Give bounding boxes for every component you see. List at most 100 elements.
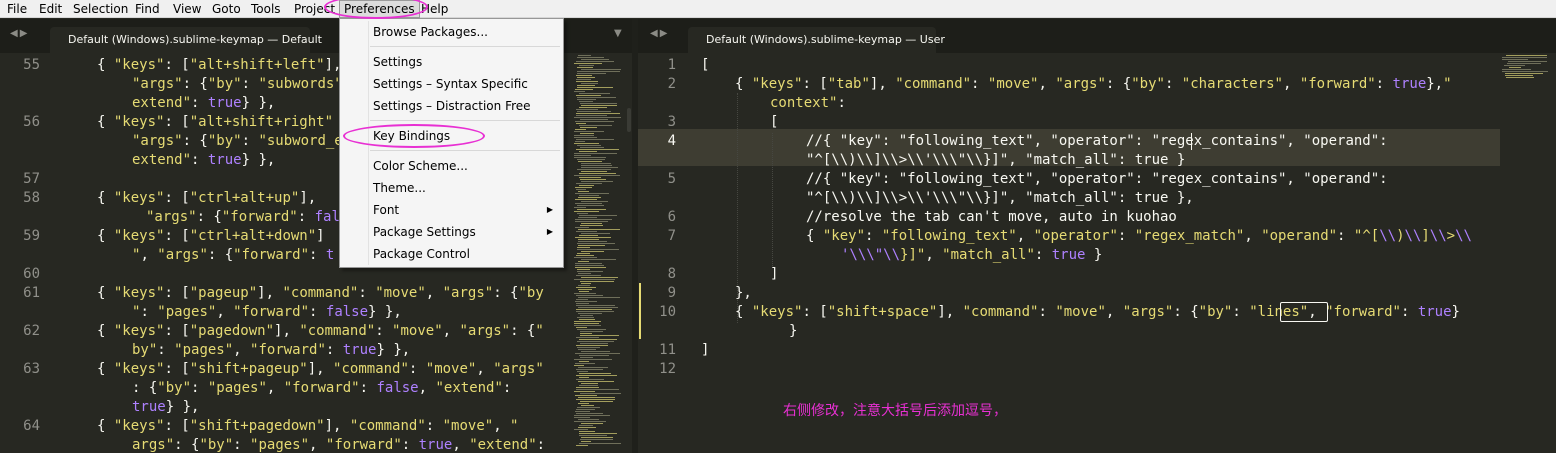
minimap-line <box>579 425 593 426</box>
minimap-line <box>580 179 606 180</box>
minimap-line <box>1502 69 1531 70</box>
right-tab-bar: ◀▶ Default (Windows).sublime-keymap — Us… <box>638 19 1556 53</box>
menu-item-browse-packages[interactable]: Browse Packages... <box>340 22 563 42</box>
tab-nav-arrows-icon[interactable]: ◀▶ <box>650 28 676 42</box>
menu-item-font[interactable]: Font ▶ <box>340 200 563 220</box>
line-number: 9 <box>667 285 676 301</box>
menu-goto[interactable]: Goto <box>212 0 241 18</box>
left-tab[interactable]: Default (Windows).sublime-keymap — Defau… <box>50 27 322 53</box>
minimap-line <box>574 153 617 154</box>
minimap-line <box>576 375 617 376</box>
minimap-line <box>576 113 620 114</box>
minimap-line <box>576 445 588 446</box>
minimap-line <box>581 441 591 442</box>
menu-separator <box>370 150 560 151</box>
menu-item-settings-distraction-free[interactable]: Settings – Distraction Free <box>340 96 563 116</box>
minimap-line <box>576 311 614 312</box>
minimap-line <box>580 315 593 316</box>
indent-guide <box>772 133 773 266</box>
minimap-line <box>577 57 604 58</box>
code-line: ": "pages", "forward": false} }, <box>132 304 402 320</box>
menu-item-theme[interactable]: Theme... <box>340 178 563 198</box>
minimap-line <box>579 93 610 94</box>
menu-find[interactable]: Find <box>135 0 160 18</box>
minimap-line <box>574 325 601 326</box>
minimap-line <box>576 109 598 110</box>
minimap-line <box>578 297 620 298</box>
code-line: { "keys": ["shift+space"], "command": "m… <box>735 304 1460 320</box>
submenu-arrow-icon: ▶ <box>546 205 553 214</box>
minimap-line <box>579 151 597 152</box>
menu-tools[interactable]: Tools <box>251 0 281 18</box>
text-caret <box>1191 133 1192 150</box>
code-line: "args": {"by": "subwords" <box>132 76 343 92</box>
minimap-line <box>578 367 608 368</box>
menu-edit[interactable]: Edit <box>39 0 62 18</box>
menu-separator <box>370 120 560 121</box>
minimap-line <box>581 437 613 438</box>
minimap-line <box>581 383 598 384</box>
tab-dropdown-icon[interactable]: ▼ <box>614 28 622 39</box>
code-line: ] <box>701 342 710 358</box>
minimap-line <box>578 261 589 262</box>
line-number: 63 <box>23 361 40 377</box>
menu-view[interactable]: View <box>173 0 201 18</box>
right-minimap[interactable] <box>1500 53 1556 453</box>
menu-item-package-settings[interactable]: Package Settings ▶ <box>340 222 563 242</box>
minimap-line <box>577 87 613 88</box>
menu-separator <box>370 46 560 47</box>
menu-item-color-scheme[interactable]: Color Scheme... <box>340 156 563 176</box>
minimap-line <box>578 161 602 162</box>
menu-selection[interactable]: Selection <box>73 0 128 18</box>
minimap-line <box>574 117 621 118</box>
menu-item-settings-syntax[interactable]: Settings – Syntax Specific <box>340 74 563 94</box>
code-line: extend": true} }, <box>132 95 276 111</box>
right-tab[interactable]: Default (Windows).sublime-keymap — User <box>688 27 945 53</box>
line-number: 62 <box>23 323 40 339</box>
code-line: //{ "key": "following_text", "operator":… <box>806 133 1388 149</box>
minimap-line <box>580 333 592 334</box>
minimap-line <box>574 365 584 366</box>
line-number: 61 <box>23 285 40 301</box>
minimap-line <box>577 249 619 250</box>
code-line: by": "pages", "forward": true} }, <box>132 342 411 358</box>
minimap-line <box>577 67 593 68</box>
highlight-ellipse-key-bindings <box>343 124 485 148</box>
minimap-line <box>574 207 586 208</box>
minimap-line <box>575 411 590 412</box>
code-line: true} }, <box>132 399 200 415</box>
menu-item-font-label: Font <box>373 203 400 217</box>
left-scrollbar[interactable] <box>627 108 631 132</box>
minimap-line <box>574 155 591 156</box>
line-number: 10 <box>659 304 676 320</box>
minimap-line <box>576 149 619 150</box>
minimap-line <box>579 435 607 436</box>
minimap-line <box>580 103 617 104</box>
minimap-line <box>574 175 620 176</box>
minimap-line <box>574 157 606 158</box>
code-line: "args": {"forward": fal <box>146 209 340 225</box>
minimap-line <box>578 273 591 274</box>
menu-item-settings[interactable]: Settings <box>340 52 563 72</box>
minimap-line <box>576 95 601 96</box>
minimap-line <box>576 413 603 414</box>
left-minimap[interactable] <box>572 53 626 453</box>
minimap-line <box>1507 63 1541 64</box>
minimap-line <box>581 165 612 166</box>
right-editor[interactable]: 1 2 3 4 5 6 7 8 9 10 11 12 [ { "keys": [… <box>638 53 1556 453</box>
line-number: 4 <box>667 133 676 149</box>
minimap-line <box>578 241 607 242</box>
menu-item-package-control[interactable]: Package Control <box>340 244 563 264</box>
minimap-line <box>580 335 619 336</box>
code-line: ] <box>770 266 779 282</box>
minimap-line <box>578 307 618 308</box>
line-number: 58 <box>23 190 40 206</box>
minimap-line <box>578 285 590 286</box>
minimap-line <box>578 289 592 290</box>
code-line: } <box>789 323 798 339</box>
minimap-line <box>576 79 591 80</box>
menu-file[interactable]: File <box>7 0 27 18</box>
tab-nav-arrows-icon[interactable]: ◀▶ <box>10 28 36 42</box>
code-line: }, <box>735 285 752 301</box>
code-line: : {"by": "pages", "forward": false, "ext… <box>132 380 512 396</box>
